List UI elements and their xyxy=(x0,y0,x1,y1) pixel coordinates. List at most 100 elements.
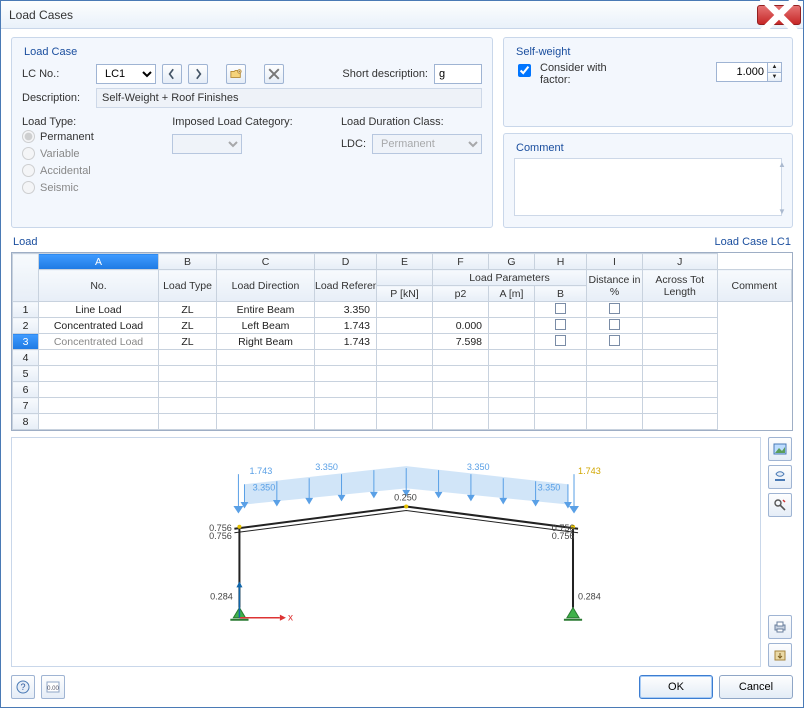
ilc-select xyxy=(172,134,242,154)
col-I[interactable]: I xyxy=(587,254,643,270)
title-bar: Load Cases xyxy=(1,1,803,29)
short-desc-label: Short description: xyxy=(342,68,428,80)
svg-text:0.00: 0.00 xyxy=(47,686,59,692)
spin-down-icon[interactable]: ▼ xyxy=(767,72,781,82)
radio-permanent[interactable]: Permanent xyxy=(22,130,142,143)
self-weight-legend: Self-weight xyxy=(512,46,574,58)
col-H[interactable]: H xyxy=(535,254,587,270)
lc-no-label: LC No.: xyxy=(22,68,90,80)
radio-seismic[interactable]: Seismic xyxy=(22,181,142,194)
ok-button[interactable]: OK xyxy=(639,675,713,699)
col-load-direction[interactable]: Load Direction xyxy=(217,270,315,302)
svg-text:3.350: 3.350 xyxy=(315,462,338,472)
edit-view-button[interactable] xyxy=(768,493,792,517)
col-C[interactable]: C xyxy=(217,254,315,270)
checkbox-icon[interactable] xyxy=(609,335,620,346)
lc-next-button[interactable] xyxy=(188,64,208,84)
svg-text:?: ? xyxy=(20,682,25,692)
spin-up-icon[interactable]: ▲ xyxy=(767,63,781,72)
col-E[interactable]: E xyxy=(377,254,433,270)
col-load-parameters[interactable]: Load Parameters xyxy=(433,270,587,286)
col-comment[interactable]: Comment xyxy=(717,270,792,302)
ldc-select: Permanent xyxy=(372,134,482,154)
table-row[interactable]: 5 xyxy=(13,366,792,382)
col-b2[interactable]: B xyxy=(535,286,587,302)
table-row[interactable]: 1Line LoadZLEntire Beam3.350 xyxy=(13,302,792,318)
col-load-reference[interactable]: Load Reference xyxy=(315,270,377,302)
col-no[interactable]: No. xyxy=(39,270,159,302)
col-A[interactable]: A xyxy=(39,254,159,270)
checkbox-icon[interactable] xyxy=(609,319,620,330)
short-desc-input[interactable] xyxy=(434,64,482,84)
table-row[interactable]: 2Concentrated LoadZLLeft Beam1.7430.000 xyxy=(13,318,792,334)
grp-d-blank[interactable] xyxy=(377,270,433,286)
lc-prev-button[interactable] xyxy=(162,64,182,84)
col-across[interactable]: Across Tot Length xyxy=(643,270,718,302)
svg-text:1.743: 1.743 xyxy=(250,466,273,476)
consider-checkbox[interactable] xyxy=(518,64,531,77)
col-D[interactable]: D xyxy=(315,254,377,270)
load-cases-dialog: Load Cases Load Case LC No.: LC1 xyxy=(0,0,804,708)
table-row[interactable]: 6 xyxy=(13,382,792,398)
col-F[interactable]: F xyxy=(433,254,489,270)
chevron-left-icon xyxy=(166,68,178,80)
lc-no-select[interactable]: LC1 xyxy=(96,64,156,84)
cancel-button[interactable]: Cancel xyxy=(719,675,793,699)
export-icon xyxy=(773,648,787,662)
col-B[interactable]: B xyxy=(159,254,217,270)
col-p2[interactable]: p2 xyxy=(433,286,489,302)
col-p[interactable]: P [kN] xyxy=(377,286,433,302)
factor-input[interactable] xyxy=(717,63,767,81)
consider-label: Consider with factor: xyxy=(540,62,630,86)
load-section-label: Load xyxy=(13,236,37,248)
col-load-type[interactable]: Load Type xyxy=(159,270,217,302)
svg-text:0.756: 0.756 xyxy=(552,531,575,541)
window-title: Load Cases xyxy=(9,8,757,22)
table-row[interactable]: 4 xyxy=(13,350,792,366)
description-label: Description: xyxy=(22,92,90,104)
checkbox-icon[interactable] xyxy=(555,303,566,314)
comment-panel: Comment ▲▼ xyxy=(503,133,793,228)
gears-icon xyxy=(773,470,787,484)
svg-text:0.250: 0.250 xyxy=(394,492,417,502)
radio-accidental[interactable]: Accidental xyxy=(22,164,142,177)
svg-text:3.350: 3.350 xyxy=(253,482,276,492)
table-row[interactable]: 7 xyxy=(13,398,792,414)
col-G[interactable]: G xyxy=(489,254,535,270)
table-row[interactable]: 8 xyxy=(13,414,792,430)
help-icon: ? xyxy=(16,680,30,694)
radio-variable[interactable]: Variable xyxy=(22,147,142,160)
svg-text:x: x xyxy=(288,613,293,624)
structure-preview[interactable]: 1.743 1.743 3.350 3.350 3.350 3.350 0.25… xyxy=(11,437,761,667)
view-settings-button[interactable] xyxy=(768,437,792,461)
svg-text:3.350: 3.350 xyxy=(538,482,561,492)
view-options-button[interactable] xyxy=(768,465,792,489)
load-type-label: Load Type: xyxy=(22,116,142,128)
print-button[interactable] xyxy=(768,615,792,639)
load-case-legend: Load Case xyxy=(20,46,81,58)
description-field[interactable]: Self-Weight + Roof Finishes xyxy=(96,88,482,108)
help-button[interactable]: ? xyxy=(11,675,35,699)
picture-icon xyxy=(773,442,787,456)
checkbox-icon[interactable] xyxy=(555,335,566,346)
col-distance[interactable]: Distance in % xyxy=(587,270,643,302)
col-J[interactable]: J xyxy=(643,254,718,270)
table-row[interactable]: 3Concentrated LoadZLRight Beam1.7437.598 xyxy=(13,334,792,350)
ldc-group-label: Load Duration Class: xyxy=(341,116,482,128)
new-load-case-button[interactable] xyxy=(226,64,246,84)
export-button[interactable] xyxy=(768,643,792,667)
checkbox-icon[interactable] xyxy=(609,303,620,314)
units-button[interactable]: 0.00 xyxy=(41,675,65,699)
self-weight-panel: Self-weight Consider with factor: ▲▼ xyxy=(503,37,793,127)
window-close-button[interactable] xyxy=(757,5,801,25)
svg-text:0.756: 0.756 xyxy=(209,531,232,541)
delete-load-case-button[interactable] xyxy=(264,64,284,84)
wrench-icon xyxy=(773,498,787,512)
factor-spinner[interactable]: ▲▼ xyxy=(716,62,782,82)
col-am[interactable]: A [m] xyxy=(489,286,535,302)
load-table[interactable]: A B C D E F G H I J No.Load TypeLoad Dir… xyxy=(11,252,793,431)
comment-textarea[interactable] xyxy=(514,158,782,216)
svg-text:1.743: 1.743 xyxy=(578,466,601,476)
checkbox-icon[interactable] xyxy=(555,319,566,330)
ldc-label: LDC: xyxy=(341,138,366,150)
